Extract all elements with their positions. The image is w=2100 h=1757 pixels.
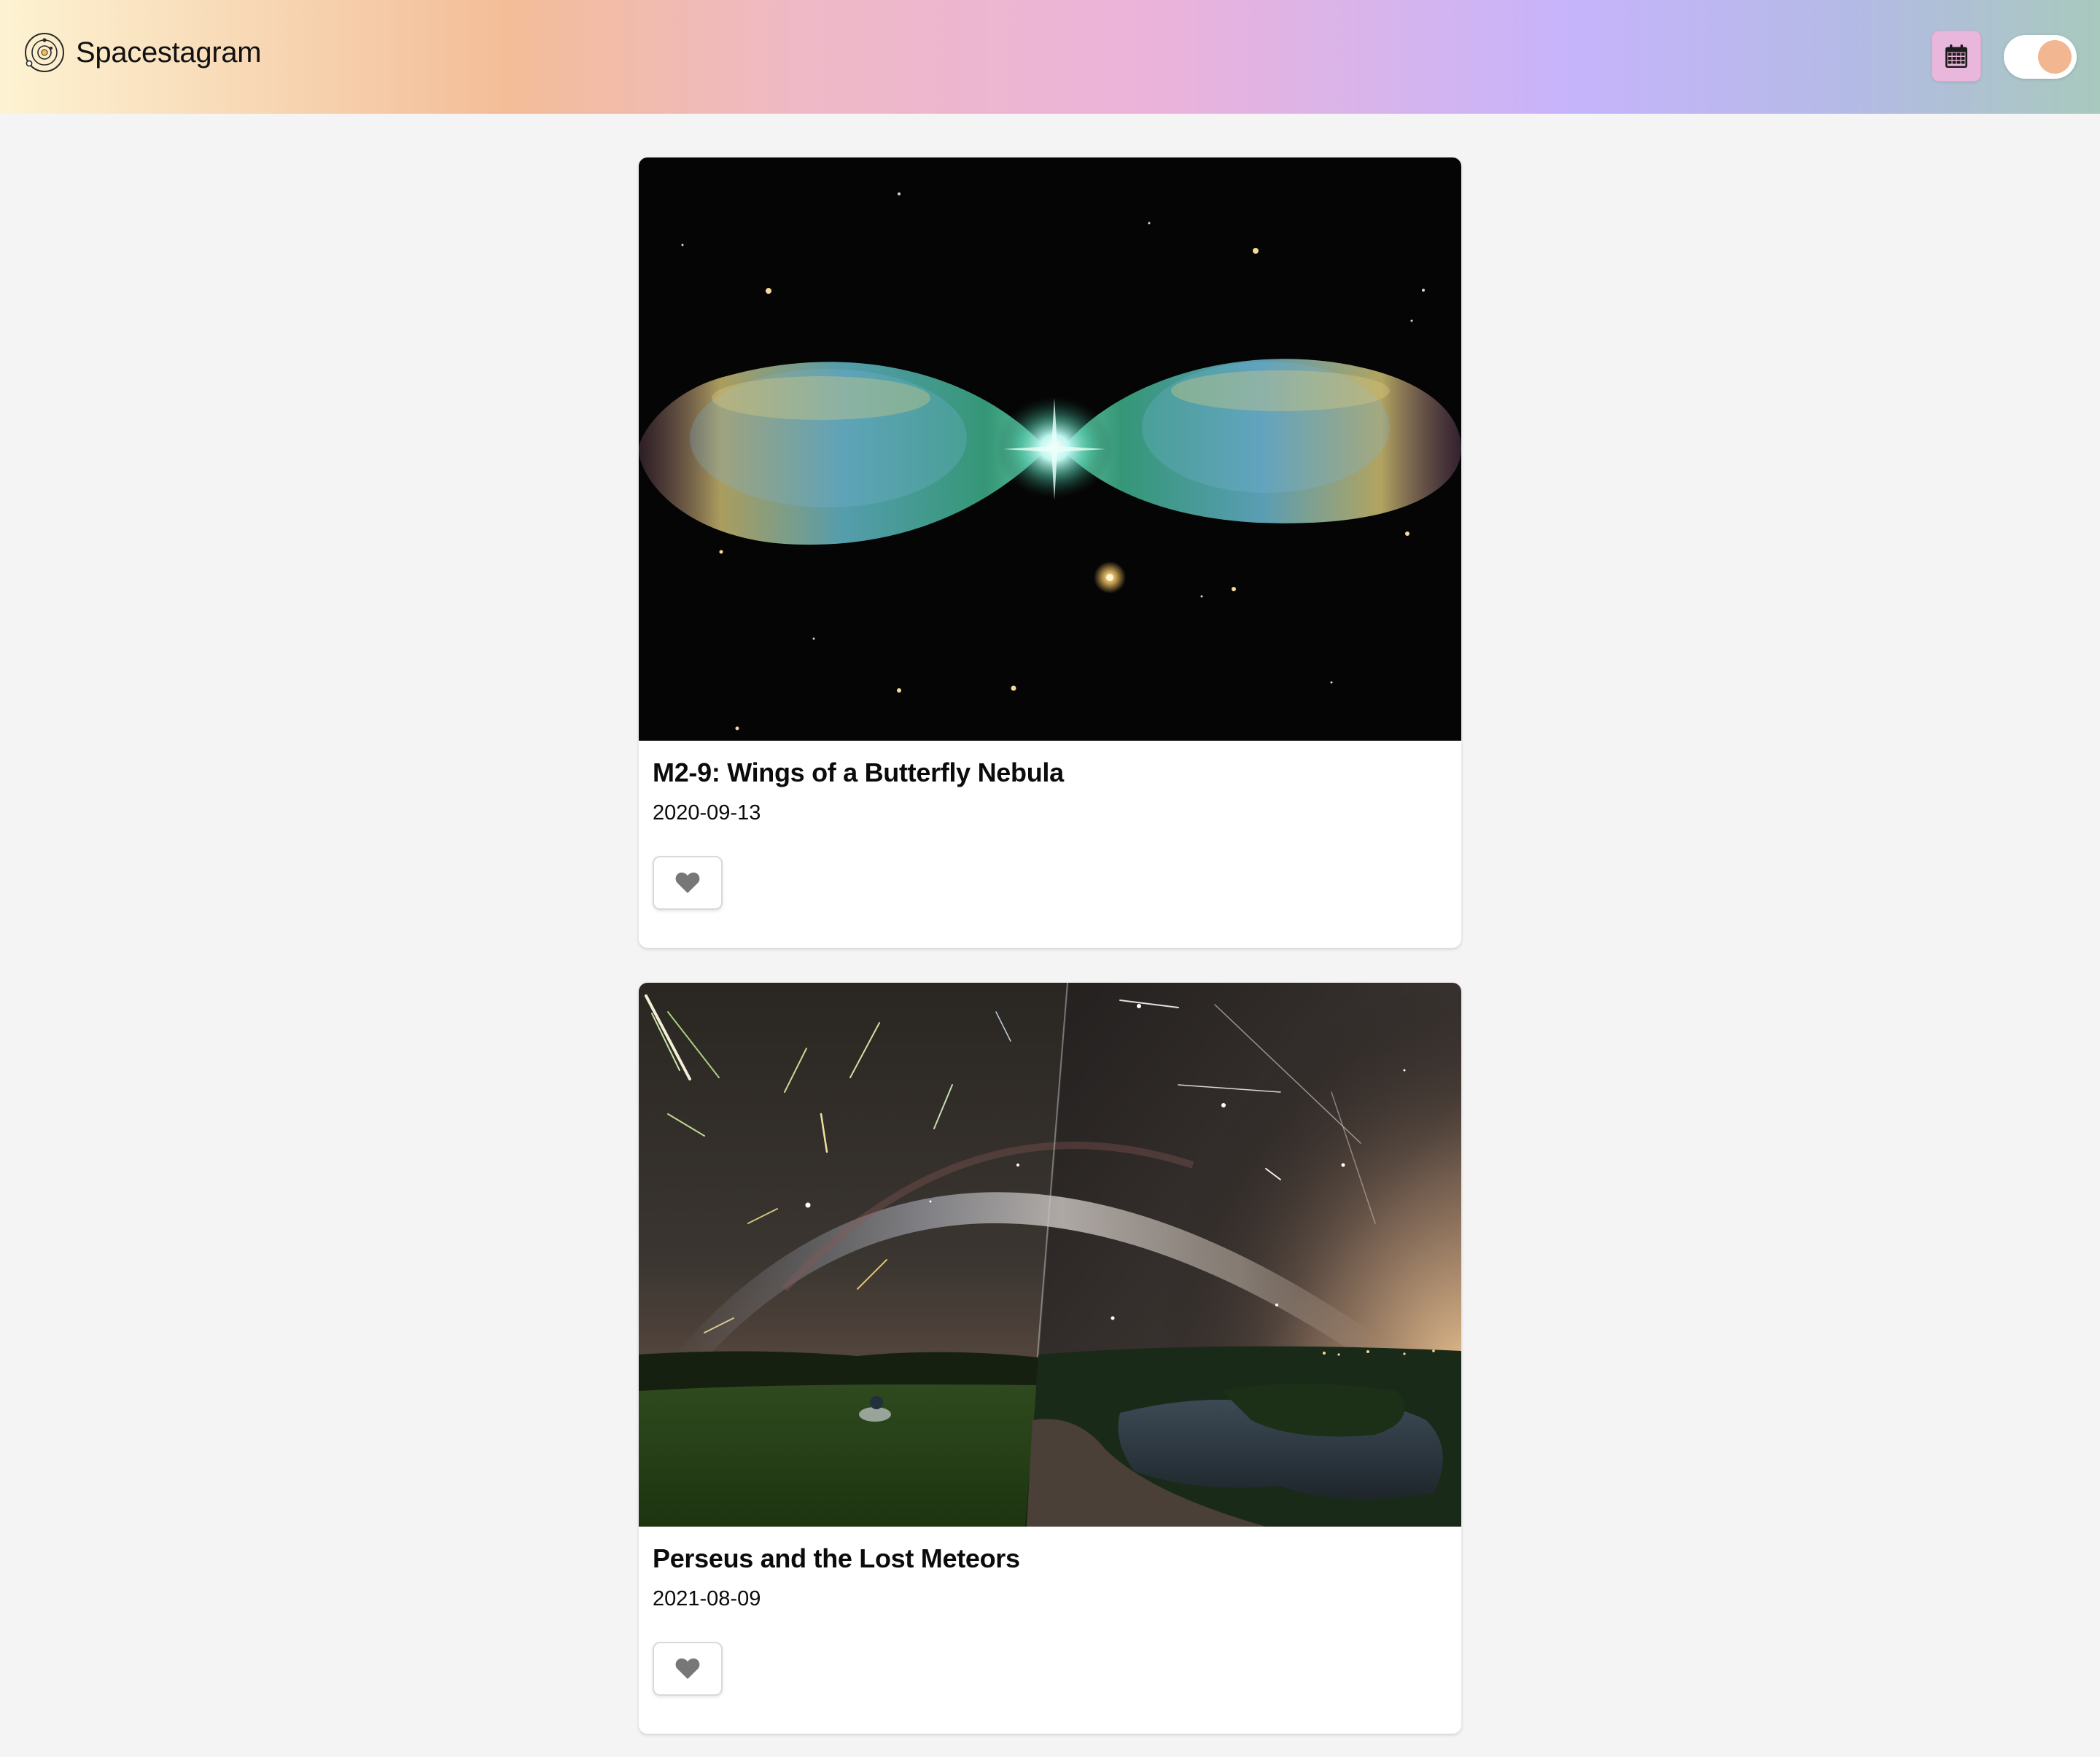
post-card: Perseus and the Lost Meteors 2021-08-09 bbox=[639, 983, 1461, 1734]
post-image[interactable] bbox=[639, 983, 1461, 1527]
post-title: M2-9: Wings of a Butterfly Nebula bbox=[653, 757, 1064, 787]
theme-toggle-switch[interactable] bbox=[2004, 35, 2077, 79]
butterfly-nebula-photo bbox=[639, 157, 1461, 741]
post-details: M2-9: Wings of a Butterfly Nebula 2020-0… bbox=[639, 741, 1461, 910]
like-button[interactable] bbox=[653, 856, 723, 910]
post-date: 2020-09-13 bbox=[653, 801, 761, 825]
post-details: Perseus and the Lost Meteors 2021-08-09 bbox=[639, 1527, 1461, 1696]
post-title: Perseus and the Lost Meteors bbox=[653, 1543, 1020, 1573]
like-button[interactable] bbox=[653, 1642, 723, 1696]
post-card: M2-9: Wings of a Butterfly Nebula 2020-0… bbox=[639, 157, 1461, 948]
perseid-meteors-milky-way-photo bbox=[639, 983, 1461, 1527]
solar-system-logo-icon bbox=[25, 33, 64, 72]
heart-icon bbox=[675, 1658, 700, 1679]
heart-icon bbox=[675, 872, 700, 893]
top-navigation-bar: Spacestagram bbox=[0, 0, 2100, 114]
brand[interactable]: Spacestagram bbox=[23, 31, 262, 74]
post-image[interactable] bbox=[639, 157, 1461, 741]
app-title: Spacestagram bbox=[76, 36, 262, 69]
calendar-date-picker-button[interactable] bbox=[1932, 31, 1981, 82]
toggle-knob bbox=[2038, 40, 2072, 74]
calendar-icon bbox=[1945, 44, 1967, 68]
post-date: 2021-08-09 bbox=[653, 1587, 761, 1610]
